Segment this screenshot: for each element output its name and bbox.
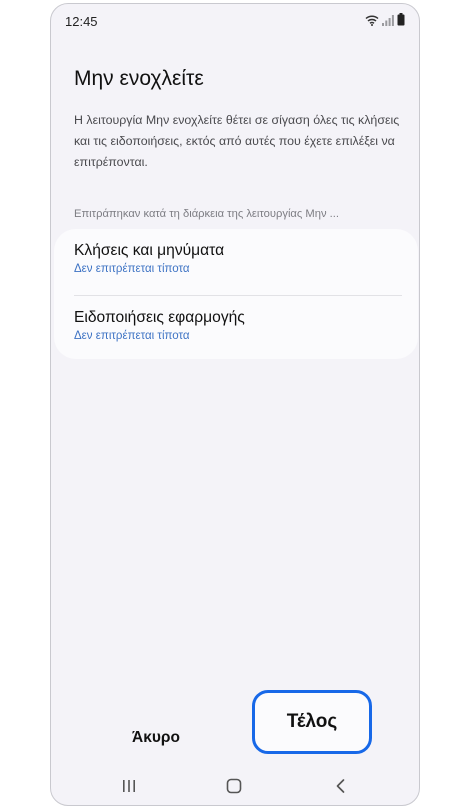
back-icon[interactable]	[333, 778, 349, 799]
divider	[74, 295, 402, 296]
section-label: Επιτράπηκαν κατά τη διάρκεια της λειτουρ…	[74, 208, 339, 220]
status-icons	[365, 13, 405, 26]
status-time: 12:45	[65, 14, 98, 29]
phone-screen: 12:45 Μην ενοχλείτε Η λειτουργία Μην ενο…	[50, 3, 420, 806]
list-item-subtitle: Δεν επιτρέπεται τίποτα	[74, 330, 190, 342]
list-item-title: Κλήσεις και μηνύματα	[74, 242, 225, 259]
recents-icon[interactable]	[121, 778, 137, 799]
done-button[interactable]: Τέλος	[287, 711, 338, 733]
list-item-app-notifications[interactable]: Ειδοποιήσεις εφαρμογής Δεν επιτρέπεται τ…	[74, 309, 404, 359]
page-title: Μην ενοχλείτε	[74, 67, 204, 90]
navigation-bar	[51, 764, 419, 805]
done-button-highlight: Τέλος	[252, 690, 372, 754]
signal-icon	[382, 14, 394, 26]
status-bar: 12:45	[51, 4, 419, 38]
exceptions-card: Κλήσεις και μηνύματα Δεν επιτρέπεται τίπ…	[54, 229, 418, 359]
cancel-button[interactable]: Άκυρο	[111, 723, 201, 753]
list-item-calls-messages[interactable]: Κλήσεις και μηνύματα Δεν επιτρέπεται τίπ…	[74, 242, 404, 292]
home-icon[interactable]	[226, 778, 242, 799]
list-item-subtitle: Δεν επιτρέπεται τίποτα	[74, 263, 190, 275]
wifi-icon	[365, 14, 379, 26]
page-description: Η λειτουργία Μην ενοχλείτε θέτει σε σίγα…	[74, 113, 400, 169]
battery-icon	[397, 13, 405, 26]
list-item-title: Ειδοποιήσεις εφαρμογής	[74, 309, 245, 326]
